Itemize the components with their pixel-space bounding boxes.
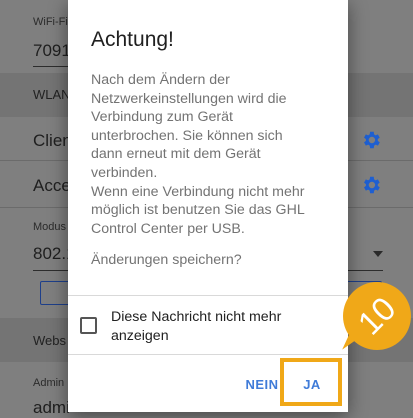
client-row-label[interactable]: Clien — [33, 131, 72, 151]
dont-show-again-checkbox[interactable] — [80, 317, 97, 334]
access-gear-icon[interactable] — [360, 174, 382, 196]
wifi-label: WiFi-Fi — [33, 16, 68, 28]
dialog-divider-bottom — [68, 354, 348, 355]
admin-value[interactable]: admi — [33, 398, 70, 418]
dont-show-again-row[interactable]: Diese Nachricht nicht mehr anzeigen — [80, 308, 311, 345]
no-button[interactable]: NEIN — [244, 377, 280, 392]
webs-label: Webs — [33, 333, 66, 348]
wlan-label: WLAN — [33, 87, 71, 102]
chevron-down-icon[interactable] — [373, 251, 383, 257]
client-gear-icon[interactable] — [360, 129, 382, 151]
dialog-question: Änderungen speichern? — [91, 252, 242, 268]
modus-label: Modus — [33, 221, 67, 233]
dont-show-again-label: Diese Nachricht nicht mehr anzeigen — [111, 309, 282, 344]
admin-label: Admin — [33, 377, 65, 389]
wifi-underline — [33, 66, 73, 67]
access-row-label[interactable]: Acce — [33, 176, 71, 196]
dialog-divider-top — [68, 295, 348, 296]
dialog-message: Nach dem Ändern der Netzwerkeinstellunge… — [91, 72, 305, 237]
dialog-title: Achtung! — [91, 28, 174, 51]
wifi-value[interactable]: 7091 — [33, 41, 71, 61]
confirmation-dialog: Achtung! Nach dem Ändern der Netzwerkein… — [68, 0, 348, 412]
yes-button-highlight — [280, 358, 342, 406]
